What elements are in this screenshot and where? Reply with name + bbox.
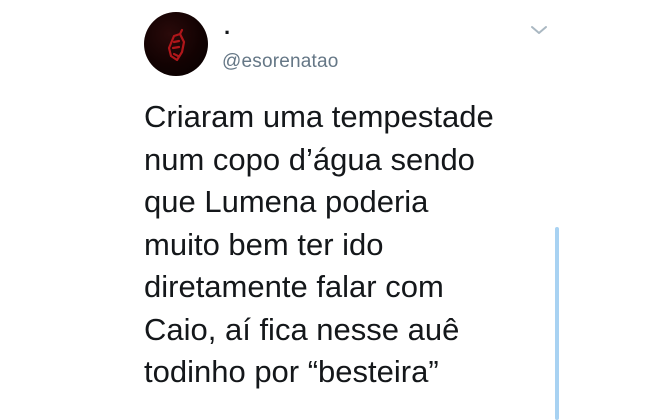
chevron-down-icon[interactable]: [528, 22, 550, 38]
avatar[interactable]: [144, 12, 208, 76]
user-handle[interactable]: @esorenatao: [222, 50, 339, 74]
scrollbar[interactable]: [555, 227, 559, 420]
tweet-card: . @esorenatao Criaram uma tempestade num…: [0, 0, 662, 420]
avatar-image: [167, 28, 186, 62]
tweet-text: Criaram uma tempestade num copo d’água s…: [144, 99, 494, 389]
display-name[interactable]: .: [224, 14, 230, 40]
